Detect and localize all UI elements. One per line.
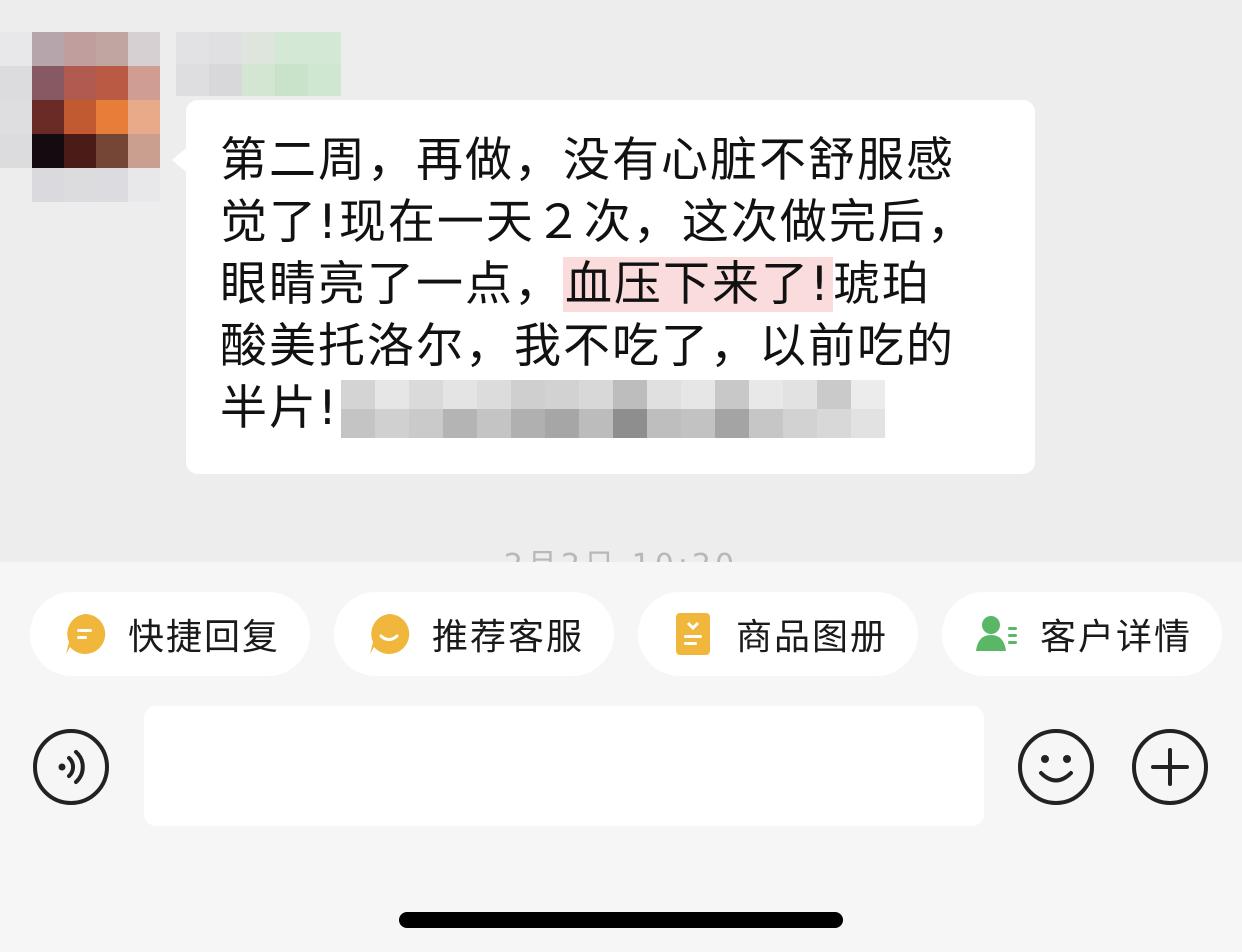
quick-action-bar: 快捷回复 推荐客服 商品图册 客户详情: [0, 592, 1242, 676]
product-album-label: 商品图册: [736, 617, 889, 658]
emoji-icon[interactable]: [1017, 728, 1095, 806]
product-album-icon: [676, 613, 710, 655]
sender-name-redacted: [176, 32, 341, 96]
message-line-5: 半片!: [220, 378, 1001, 440]
message-timestamp: 2月2日 10:20: [0, 540, 1242, 562]
quick-reply-label: 快捷回复: [128, 617, 281, 658]
message-text: 琥珀: [832, 257, 931, 312]
chat-area[interactable]: 第二周，再做，没有心脏不舒服感 觉了!现在一天２次，这次做完后， 眼睛亮了一点，…: [0, 0, 1242, 562]
product-album-button[interactable]: 商品图册: [638, 592, 918, 676]
message-line-2: 觉了!现在一天２次，这次做完后，: [220, 195, 976, 250]
message-line-3: 眼睛亮了一点，血压下来了!琥珀: [220, 254, 1001, 316]
recommend-service-label: 推荐客服: [432, 617, 585, 658]
bottom-panel: 快捷回复 推荐客服 商品图册 客户详情: [0, 562, 1242, 952]
message-text: 半片!: [220, 381, 339, 436]
message-line-1: 第二周，再做，没有心脏不舒服感: [220, 133, 955, 188]
highlighted-text: 血压下来了!: [563, 257, 833, 312]
customer-detail-icon: [976, 616, 1017, 651]
input-row: [0, 706, 1242, 826]
avatar[interactable]: [0, 32, 162, 202]
customer-detail-label: 客户详情: [1040, 617, 1193, 658]
message-bubble[interactable]: 第二周，再做，没有心脏不舒服感 觉了!现在一天２次，这次做完后， 眼睛亮了一点，…: [172, 100, 1035, 474]
home-indicator: [399, 912, 843, 928]
quick-reply-icon: [66, 613, 106, 654]
message-text: 眼睛亮了一点，: [220, 257, 563, 312]
plus-icon[interactable]: [1131, 728, 1209, 806]
recommend-service-icon: [370, 613, 410, 654]
voice-icon[interactable]: [32, 728, 110, 806]
message-input[interactable]: [144, 706, 984, 826]
redacted-text: [340, 380, 885, 438]
customer-detail-button[interactable]: 客户详情: [942, 592, 1222, 676]
quick-reply-button[interactable]: 快捷回复: [30, 592, 310, 676]
message-line-4: 酸美托洛尔，我不吃了，以前吃的: [220, 319, 955, 374]
recommend-service-button[interactable]: 推荐客服: [334, 592, 614, 676]
